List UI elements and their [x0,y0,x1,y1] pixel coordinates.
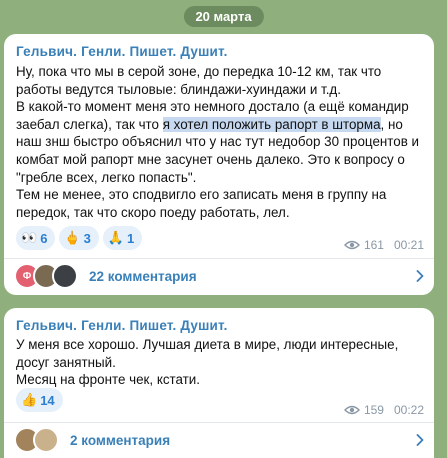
reaction-middle-finger[interactable]: 🖕 3 [59,226,99,250]
eye-icon [343,240,360,250]
pray-emoji-icon: 🙏 [107,230,125,245]
divider [4,258,434,259]
comments-button[interactable]: Ф 22 комментария [14,263,424,289]
reaction-count: 3 [83,230,91,246]
post-author[interactable]: Гельвич. Генли. Пишет. Душит. [16,318,228,333]
view-count: 161 [363,238,384,252]
reaction-count: 6 [40,230,48,246]
channel-post[interactable]: Гельвич. Генли. Пишет. Душит. Ну, пока ч… [4,34,434,295]
post-meta: 161 00:21 [343,238,424,252]
reaction-eyes[interactable]: 👀 6 [16,226,56,250]
reactions-bar: 👍 14 [16,388,63,412]
post-time: 00:22 [393,403,424,417]
avatar [52,263,78,289]
reaction-count: 1 [127,230,135,246]
reaction-count: 14 [40,392,55,408]
reaction-pray[interactable]: 🙏 1 [102,226,143,250]
reactions-bar: 👀 6 🖕 3 🙏 1 [16,226,143,250]
comments-count: 2 комментария [70,432,171,448]
date-separator: 20 марта [183,6,264,27]
chevron-right-icon [416,434,424,446]
eyes-emoji-icon: 👀 [21,230,38,245]
comments-button[interactable]: 2 комментария [14,427,424,453]
commenter-avatars: Ф [14,263,78,289]
post-text-end: , но наш знш быстро объяснил что у нас т… [16,116,420,220]
reaction-thumbs-up[interactable]: 👍 14 [16,388,63,412]
comments-count: 22 комментария [89,268,197,284]
thumbs-up-emoji-icon: 👍 [21,392,38,407]
channel-post[interactable]: Гельвич. Генли. Пишет. Душит. У меня все… [4,308,434,458]
view-count: 159 [363,403,384,417]
post-text: Ну, пока что мы в серой зоне, до передка… [16,63,424,221]
divider [4,422,434,423]
post-time: 00:21 [393,238,424,252]
post-meta: 159 00:22 [343,403,424,417]
post-text: У меня все хорошо. Лучшая диета в мире, … [16,337,399,388]
chevron-right-icon [416,270,424,282]
commenter-avatars [14,427,59,453]
post-author[interactable]: Гельвич. Генли. Пишет. Душит. [16,44,228,59]
middle-finger-emoji-icon: 🖕 [64,230,81,245]
selected-text: я хотел положить рапорт в шторма [162,116,381,132]
avatar [33,427,59,453]
eye-icon [343,405,360,415]
